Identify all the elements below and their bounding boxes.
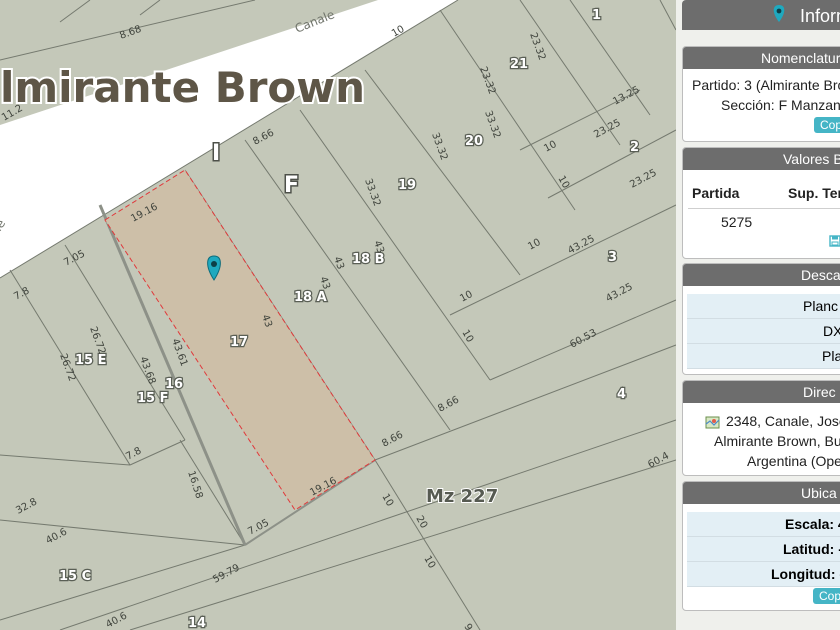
parcel-label: 3: [608, 250, 617, 265]
parcel-label: 19: [398, 178, 416, 193]
parcel-label: 18 B: [352, 252, 385, 267]
direccion-line-2: Almirante Brown, Bu: [714, 433, 840, 449]
nomenclatura-partido: Partido: 3 (Almirante Bro: [692, 77, 840, 93]
descargas-header: Desca: [683, 264, 840, 286]
valores-divider: [688, 208, 840, 209]
parcel-label: 1: [592, 8, 601, 23]
parcel-label: 14: [188, 616, 206, 630]
parcel-label: 20: [465, 134, 483, 149]
direccion-line-3: Argentina (Ope: [747, 453, 840, 469]
download-item[interactable]: DX: [687, 319, 840, 344]
ubicacion-header: Ubica: [683, 482, 840, 504]
copy-coordinates-button[interactable]: Cop: [813, 588, 840, 604]
ubicacion-escala: Escala: 4: [687, 512, 840, 537]
valores-partida-value: 5275: [721, 214, 753, 230]
descargas-box: Desca Planc DX Plan: [682, 263, 840, 375]
nomenclatura-seccion: Sección: F Manzana: [721, 97, 840, 113]
parcel-label: 21: [510, 57, 528, 72]
panel-title: Inform: [800, 6, 840, 26]
direccion-line-1: 2348, Canale, Jose: [726, 413, 840, 429]
section-label-i: I: [212, 141, 220, 166]
block-label: Mz 227: [426, 486, 498, 507]
valores-col-partida: Partida: [692, 185, 740, 201]
parcel-label: 18 A: [294, 290, 327, 305]
parcel-label: 17: [230, 335, 248, 350]
parcel-label: 2: [630, 140, 639, 155]
parcel-label: 16: [165, 377, 183, 392]
parcel-label: 15 C: [59, 569, 91, 584]
parcel-label: 15 E: [75, 353, 107, 368]
valores-header: Valores B: [683, 148, 840, 170]
direccion-box: Direc 2348, Canale, Jose Almirante Brown…: [682, 380, 840, 476]
section-label-f: F: [284, 173, 299, 198]
valores-col-sup: Sup. Ter: [788, 185, 840, 201]
ubicacion-longitud: Longitud: -: [687, 562, 840, 587]
download-item[interactable]: Plan: [687, 344, 840, 369]
nomenclatura-box: Nomenclatur Partido: 3 (Almirante Bro Se…: [682, 46, 840, 142]
ubicacion-box: Ubica Escala: 4 Latitud: - Longitud: - C…: [682, 481, 840, 611]
ubicacion-latitud: Latitud: -: [687, 537, 840, 562]
parcel-label: 4: [617, 387, 626, 402]
copy-nomenclatura-button[interactable]: Cop: [814, 117, 840, 133]
info-panel: Inform Nomenclatur Partido: 3 (Almirante…: [676, 0, 840, 630]
map-pin-icon: [773, 5, 785, 22]
locality-label: lmirante Brown: [0, 63, 365, 112]
download-item[interactable]: Planc: [687, 294, 840, 319]
save-icon[interactable]: [829, 235, 840, 247]
valores-box: Valores B Partida Sup. Ter 5275: [682, 147, 840, 259]
panel-title-bar: Inform: [682, 0, 840, 30]
parcel-label: 15 F: [137, 391, 169, 406]
map-icon: [705, 416, 720, 429]
direccion-header: Direc: [683, 381, 840, 403]
nomenclatura-header: Nomenclatur: [683, 47, 840, 69]
